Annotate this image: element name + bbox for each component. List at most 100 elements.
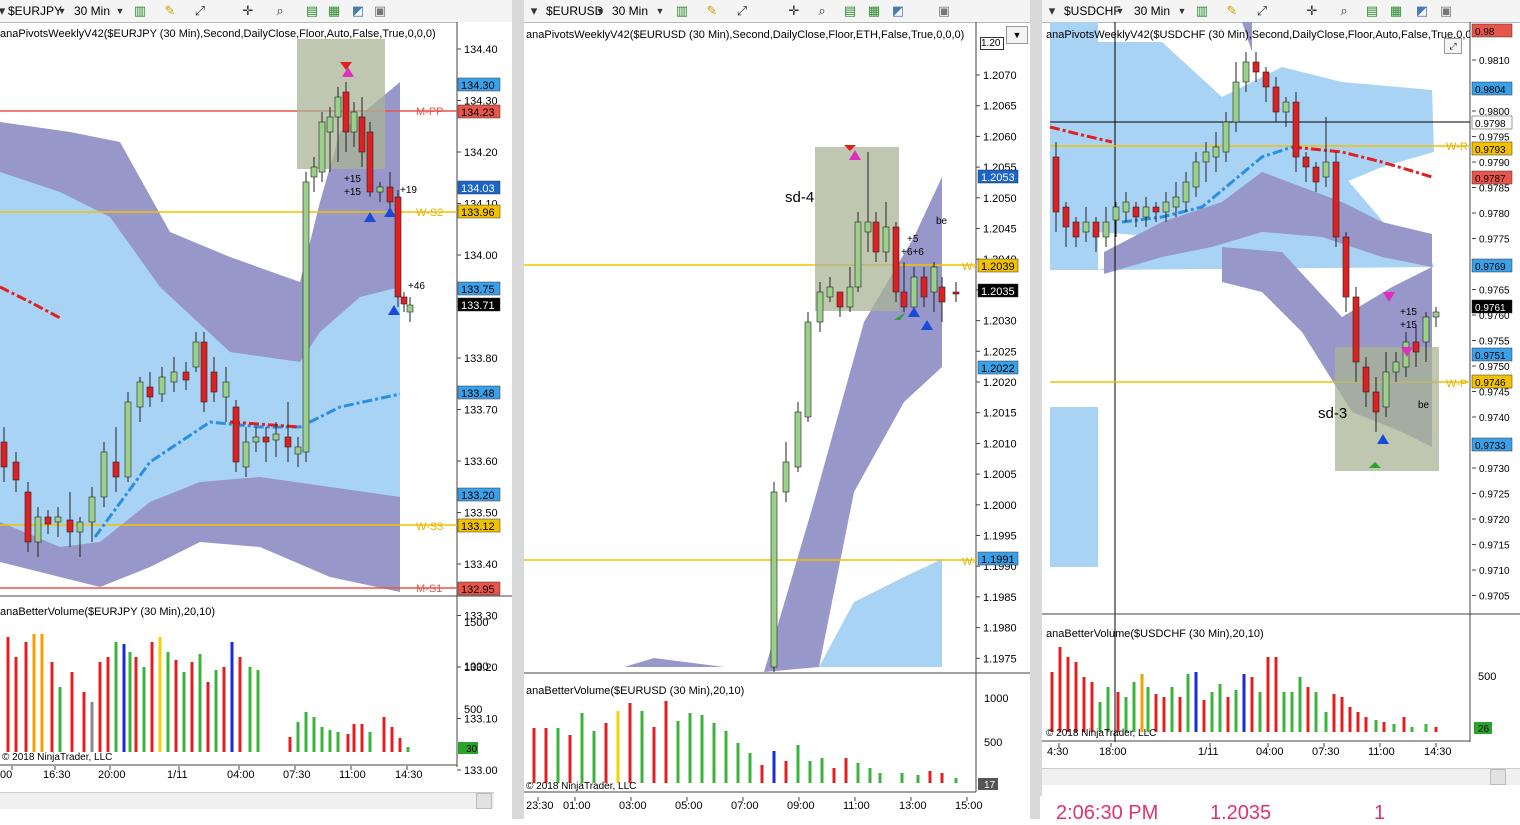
dropdown-arrow-icon[interactable]: ▾ — [526, 3, 542, 19]
scroll-right-button[interactable] — [1490, 769, 1506, 785]
y-axis-label: 1.2070 — [983, 70, 1017, 82]
pencil-icon[interactable]: ✎ — [704, 3, 720, 19]
volume-bar — [24, 642, 28, 752]
price-chart-eurjpy[interactable]: +15 +15 +19 +46 M-PP M-S1 W-S2 W-S3 134.… — [0, 22, 512, 819]
candle — [1192, 161, 1200, 188]
price-badge-label: 133.48 — [461, 388, 495, 400]
candle — [112, 461, 120, 478]
bar-chart-icon[interactable]: ▥ — [674, 3, 690, 19]
volume-bar — [1202, 700, 1206, 732]
candle — [794, 411, 802, 468]
price-chart-eurusd[interactable]: sd-4 +5 +6+6 be W- W- 1.2070 1.2065 1.2060… — [524, 22, 1030, 819]
x-axis-label: 11:00 — [843, 800, 870, 812]
volume-bar — [1178, 697, 1182, 732]
annotation: +15 — [344, 174, 361, 185]
candle — [826, 286, 834, 298]
zoom-icon[interactable]: ⤢ — [734, 3, 750, 19]
volume-bar — [1124, 697, 1128, 732]
properties-icon[interactable]: ◩ — [1414, 3, 1430, 19]
candle — [782, 461, 790, 493]
dropdown-arrow-icon[interactable]: ▼ — [1112, 3, 1128, 19]
copyright-label: © 2018 NinjaTrader, LLC — [526, 781, 636, 792]
candle — [24, 491, 32, 543]
candle — [284, 436, 292, 448]
interval-selector[interactable]: 30 Min — [1134, 3, 1170, 19]
collapse-button[interactable]: ▼ — [1006, 26, 1028, 44]
strategy-icon[interactable]: ▦ — [1388, 3, 1404, 19]
strategy-icon[interactable]: ▦ — [326, 3, 342, 19]
volume-bar — [832, 768, 836, 783]
interval-selector[interactable]: 30 Min — [74, 3, 110, 19]
zoom-icon[interactable]: ⤢ — [1254, 3, 1270, 19]
strategy-icon[interactable]: ▦ — [866, 3, 882, 19]
indicator-title: anaPivotsWeeklyV42($EURUSD (30 Min),Seco… — [526, 29, 965, 41]
volume-bar — [1132, 682, 1136, 732]
properties-icon[interactable]: ◩ — [890, 3, 906, 19]
bar-chart-icon[interactable]: ▥ — [132, 3, 148, 19]
panel-divider[interactable] — [512, 0, 524, 819]
bar-chart-icon[interactable]: ▥ — [1194, 3, 1210, 19]
price-badge-label: 0.9769 — [1475, 262, 1506, 273]
price-badge-label: 1.1991 — [981, 554, 1015, 566]
crosshair-icon[interactable]: ✛ — [786, 3, 802, 19]
volume-bar — [336, 732, 340, 752]
price-badge-label: 133.12 — [461, 521, 495, 533]
volume-badge-label: 17 — [984, 780, 996, 791]
candle — [864, 221, 872, 233]
dropdown-arrow-icon[interactable]: ▾ — [1044, 3, 1060, 19]
price-chart-usdchf[interactable]: sd-3 +15 +15 be W-R W-P 0.98100.98050.98… — [1042, 22, 1520, 796]
candle — [334, 96, 342, 118]
y-axis-label: 0.9790 — [1479, 158, 1510, 169]
interval-selector[interactable]: 30 Min — [612, 3, 648, 19]
chart-toolbar: ▾ $EURUSD ▼ 30 Min ▼ ▥ ✎ ⤢ ✛ ⌕ ▤ ▦ ◩ ▣ — [524, 0, 1030, 23]
annotation: +19 — [400, 185, 417, 196]
panel-divider[interactable] — [1030, 0, 1042, 819]
volume-bar — [1058, 647, 1062, 732]
candle — [1232, 81, 1240, 123]
price-badge-label: 134.03 — [461, 183, 495, 195]
chart-panel-usdchf: ▾ $USDCHF ▼ 30 Min ▼ ▥ ✎ ⤢ ✛ ⌕ ▤ ▦ ◩ ▣ s… — [1042, 0, 1520, 796]
horizontal-scrollbar[interactable] — [1042, 768, 1520, 785]
indicators-icon[interactable]: ▤ — [842, 3, 858, 19]
crosshair-icon[interactable]: ✛ — [240, 3, 256, 19]
properties-icon[interactable]: ◩ — [350, 3, 366, 19]
data-box-icon[interactable]: ▣ — [1438, 3, 1454, 19]
volume-bar — [808, 761, 812, 783]
collapse-button[interactable]: ⤢ — [1444, 38, 1462, 54]
magnifier-icon[interactable]: ⌕ — [272, 3, 288, 19]
candle — [366, 131, 374, 193]
dropdown-arrow-icon[interactable]: ▼ — [1174, 3, 1190, 19]
y-axis-label: 0.9745 — [1479, 388, 1510, 399]
candle — [1242, 61, 1250, 83]
candle — [892, 226, 900, 293]
data-box-icon[interactable]: ▣ — [372, 3, 388, 19]
magnifier-icon[interactable]: ⌕ — [1336, 3, 1352, 19]
crosshair-icon[interactable]: ✛ — [1304, 3, 1320, 19]
scroll-right-button[interactable] — [476, 793, 492, 809]
horizontal-scrollbar[interactable] — [0, 792, 494, 809]
pencil-icon[interactable]: ✎ — [1224, 3, 1240, 19]
volume-bar — [796, 745, 800, 783]
x-axis-label: 14:30 — [1424, 746, 1452, 758]
indicators-icon[interactable]: ▤ — [1364, 3, 1380, 19]
price-badge-label: 0.9793 — [1475, 145, 1506, 156]
volume-title: anaBetterVolume($EURJPY (30 Min),20,10) — [0, 606, 216, 618]
candle — [192, 341, 200, 368]
y-axis-label: 0.9740 — [1479, 413, 1510, 424]
dropdown-arrow-icon[interactable]: ▼ — [592, 3, 608, 19]
volume-bar — [1340, 697, 1344, 732]
data-box-icon[interactable]: ▣ — [936, 3, 952, 19]
volume-bar — [1250, 677, 1254, 732]
candle — [44, 516, 52, 525]
dropdown-arrow-icon[interactable]: ▼ — [54, 3, 70, 19]
zoom-icon[interactable]: ⤢ — [192, 3, 208, 19]
dropdown-arrow-icon[interactable]: ▼ — [652, 3, 668, 19]
magnifier-icon[interactable]: ⌕ — [814, 3, 830, 19]
candle — [54, 516, 62, 523]
status-price: 1.2035 — [1210, 802, 1272, 824]
pencil-icon[interactable]: ✎ — [162, 3, 178, 19]
y-axis-label: 0.9765 — [1479, 286, 1510, 297]
indicators-icon[interactable]: ▤ — [304, 3, 320, 19]
dropdown-arrow-icon[interactable]: ▼ — [112, 3, 128, 19]
candle — [294, 446, 302, 455]
